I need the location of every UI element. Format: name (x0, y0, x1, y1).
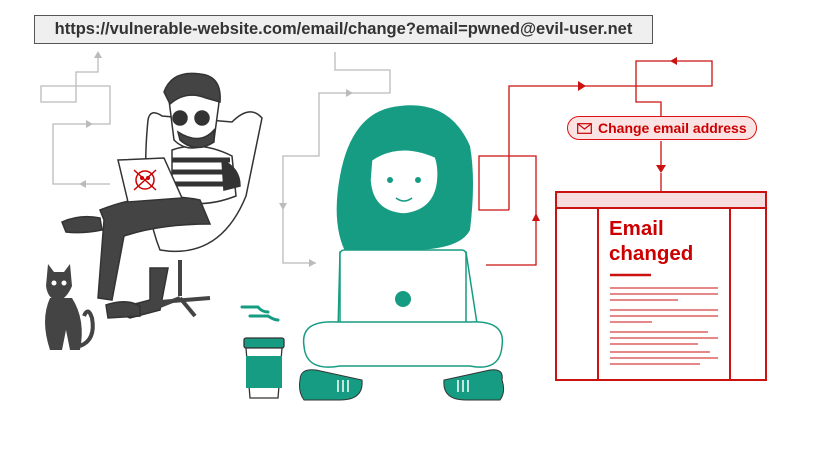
document-title-line1: Email (609, 217, 664, 240)
change-email-pill: Change email address (567, 116, 757, 140)
attacker-illustration (61, 72, 263, 319)
victim-illustration (299, 105, 505, 401)
url-bar: https://vulnerable-website.com/email/cha… (34, 15, 653, 44)
document-title-line2: changed (609, 242, 694, 265)
cat-illustration (45, 264, 95, 350)
envelope-icon (577, 122, 592, 134)
csrf-diagram: https://vulnerable-website.com/email/cha… (0, 0, 817, 455)
coffee-cup-illustration (240, 305, 285, 399)
document-title: Email changed (609, 216, 724, 266)
change-email-label: Change email address (598, 120, 747, 136)
